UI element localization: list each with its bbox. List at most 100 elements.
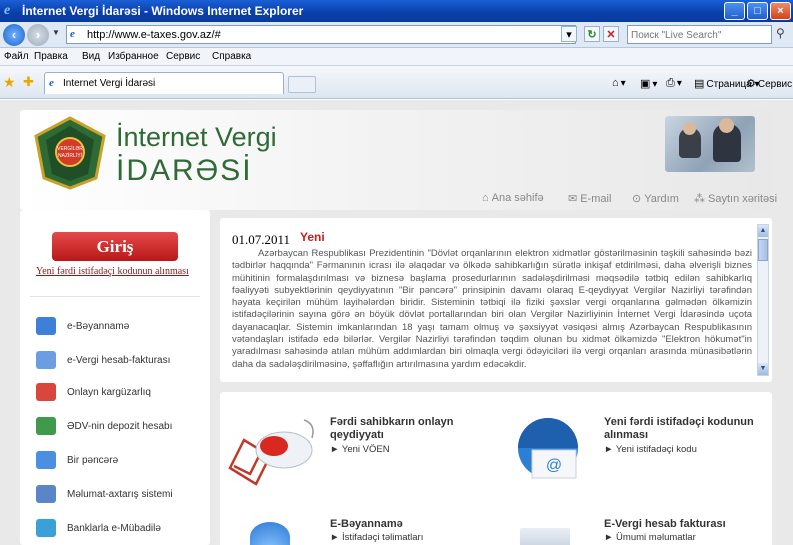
search-icon[interactable]: ⚲ (776, 26, 790, 42)
invoice-icon (36, 351, 56, 369)
minimize-button[interactable]: _ (724, 2, 745, 20)
feeds-icon[interactable]: ▣ ▾ (640, 77, 657, 90)
service-title-e-vergi-faktura[interactable]: E-Vergi hesab fakturası (604, 518, 769, 531)
refresh-button[interactable]: ↻ (584, 26, 600, 42)
sidebar-item-label: Bir pəncərə (67, 455, 119, 466)
service-title-online-registration[interactable]: Fərdi sahibkarın onlayn qeydiyyatı (330, 416, 490, 442)
email-envelope-icon: @ (518, 418, 578, 479)
announcement-scrollbar[interactable]: ▲ ▼ (757, 224, 769, 376)
history-dropdown-icon[interactable]: ▼ (52, 28, 60, 37)
sitemap-link-label: Saytın xəritəsi (708, 193, 778, 205)
email-link[interactable]: ✉ E-mail (568, 192, 611, 205)
service-title-new-user-code[interactable]: Yeni fərdi istifadəçi kodunun alınması (604, 416, 769, 442)
address-toolbar: ‹ › ▼ e http://www.e-taxes.gov.az/# ▾ ↻ … (0, 22, 793, 48)
window-title: İnternet Vergi İdarəsi - Windows Interne… (22, 4, 304, 18)
new-code-link[interactable]: Yeni fərdi istifadəçi kodunun alınması (36, 266, 189, 277)
service-link-new-voen[interactable]: ► Yeni VÖEN (330, 444, 390, 455)
service-title-e-beyanname[interactable]: E-Bəyannamə (330, 518, 490, 531)
search-box[interactable] (627, 25, 772, 44)
sidebar-item-edv-depozit[interactable]: ƏDV-nin depozit hesabı (30, 414, 202, 442)
scroll-down-icon[interactable]: ▼ (758, 363, 768, 375)
svg-text:@: @ (546, 457, 562, 474)
sidebar-item-bir-pencere[interactable]: Bir pəncərə (30, 448, 202, 476)
home-link-label: Ana səhifə (491, 192, 544, 204)
email-link-label: E-mail (580, 193, 612, 205)
new-badge: Yeni (300, 230, 325, 244)
sidebar-item-label: Onlayn kargüzarlıq (67, 387, 151, 398)
sidebar-item-label: e-Vergi hesab-fakturası (67, 355, 171, 366)
back-button[interactable]: ‹ (3, 24, 25, 46)
ministry-emblem-icon: VERGİLƏR NAZİRLİYİ (34, 116, 106, 190)
page-icon: e (70, 28, 75, 40)
services-panel: Fərdi sahibkarın onlayn qeydiyyatı ► Yen… (220, 392, 772, 545)
service-link-user-guides[interactable]: ► İstifadəçi təlimatları (330, 532, 423, 543)
sidebar-item-label: Banklarla e-Mübadilə (67, 523, 161, 534)
login-button[interactable]: Giriş (52, 232, 178, 261)
tools-menu-label: Сервис (757, 79, 793, 90)
forward-button[interactable]: › (27, 24, 49, 46)
search-input[interactable] (631, 27, 771, 43)
scroll-thumb[interactable] (758, 239, 768, 261)
sidebar-item-label: e-Bəyannamə (67, 321, 130, 332)
menu-help[interactable]: Справка (212, 51, 251, 62)
announcement-panel: 01.07.2011 Yeni Azərbaycan Respublikası … (220, 218, 772, 382)
search-system-icon (36, 485, 56, 503)
declaration-icon (36, 317, 56, 335)
site-brand-line2[interactable]: İDARƏSİ (116, 154, 253, 188)
sidebar-item-banklarla-mubadile[interactable]: Banklarla e-Mübadilə (30, 516, 202, 544)
favorites-star-icon[interactable]: ★ (3, 74, 16, 91)
tab-label: Internet Vergi İdarəsi (63, 78, 156, 89)
tab-active[interactable]: e Internet Vergi İdarəsi (44, 72, 284, 94)
close-button[interactable]: × (770, 2, 791, 20)
address-dropdown-button[interactable]: ▾ (561, 26, 577, 42)
window-titlebar: e İnternet Vergi İdarəsi - Windows Inter… (0, 0, 793, 22)
print-icon[interactable]: ⎙ ▾ (666, 77, 682, 90)
site-brand-line1[interactable]: İnternet Vergi (116, 122, 277, 153)
home-link[interactable]: ⌂ Ana səhifə (482, 192, 544, 204)
sitemap-icon: ⁂ (694, 193, 705, 205)
announcement-date: 01.07.2011 (232, 232, 291, 247)
office-icon (36, 383, 56, 401)
address-url[interactable]: http://www.e-taxes.gov.az/# (87, 29, 221, 41)
sidebar-item-e-vergi-faktura[interactable]: e-Vergi hesab-fakturası (30, 348, 202, 376)
add-favorites-icon[interactable]: ✚ (23, 74, 34, 90)
computer-mouse-icon (228, 419, 314, 486)
left-sidebar: Giriş Yeni fərdi istifadəçi kodunun alın… (20, 210, 210, 545)
web-page: VERGİLƏR NAZİRLİYİ İnternet Vergi İDARƏS… (0, 100, 793, 545)
sidebar-item-melumat-axtaris[interactable]: Məlumat-axtarış sistemi (30, 482, 202, 510)
menu-edit[interactable]: Правка (34, 51, 68, 62)
service-link-label: İstifadəçi təlimatları (342, 532, 424, 543)
sidebar-item-e-beyanname[interactable]: e-Bəyannamə (30, 314, 202, 342)
home-link-icon: ⌂ (482, 192, 489, 204)
maximize-button[interactable]: □ (747, 2, 768, 20)
window-icon (36, 451, 56, 469)
header-photo (665, 116, 755, 172)
sitemap-link[interactable]: ⁂ Saytın xəritəsi (694, 192, 777, 205)
sidebar-item-label: ƏDV-nin depozit hesabı (67, 421, 173, 432)
service-link-general-info[interactable]: ► Ümumi məlumatlar (604, 532, 696, 543)
home-icon[interactable]: ⌂ ▾ (612, 77, 626, 89)
site-header: VERGİLƏR NAZİRLİYİ İnternet Vergi İDARƏS… (20, 110, 777, 210)
menu-tools[interactable]: Сервис (166, 51, 200, 62)
menu-bar: Файл Правка Вид Избранное Сервис Справка (0, 48, 793, 66)
stop-button[interactable]: ✕ (603, 26, 619, 42)
address-field[interactable]: e http://www.e-taxes.gov.az/# (66, 25, 576, 44)
sidebar-item-label: Məlumat-axtarış sistemi (67, 489, 173, 500)
new-tab-button[interactable] (288, 76, 316, 93)
service-link-label: Yeni istifadəçi kodu (615, 444, 697, 455)
svg-text:VERGİLƏR: VERGİLƏR (57, 145, 83, 152)
service-link-new-user-code[interactable]: ► Yeni istifadəçi kodu (604, 444, 697, 455)
help-link[interactable]: ⊙ Yardım (632, 192, 679, 205)
ie-logo-icon: e (4, 3, 11, 18)
menu-view[interactable]: Вид (82, 51, 100, 62)
menu-file[interactable]: Файл (4, 51, 29, 62)
sidebar-divider (30, 296, 200, 297)
sidebar-item-onlayn-karguzarliq[interactable]: Onlayn kargüzarlıq (30, 380, 202, 408)
scroll-up-icon[interactable]: ▲ (758, 225, 768, 237)
tools-menu[interactable]: ⚙Сервис ▾ (746, 77, 793, 90)
page-menu-label: Страница (706, 79, 752, 90)
window-controls: _ □ × (724, 2, 791, 20)
email-icon: ✉ (568, 193, 578, 205)
bank-exchange-icon (36, 519, 56, 537)
menu-favorites[interactable]: Избранное (108, 51, 159, 62)
